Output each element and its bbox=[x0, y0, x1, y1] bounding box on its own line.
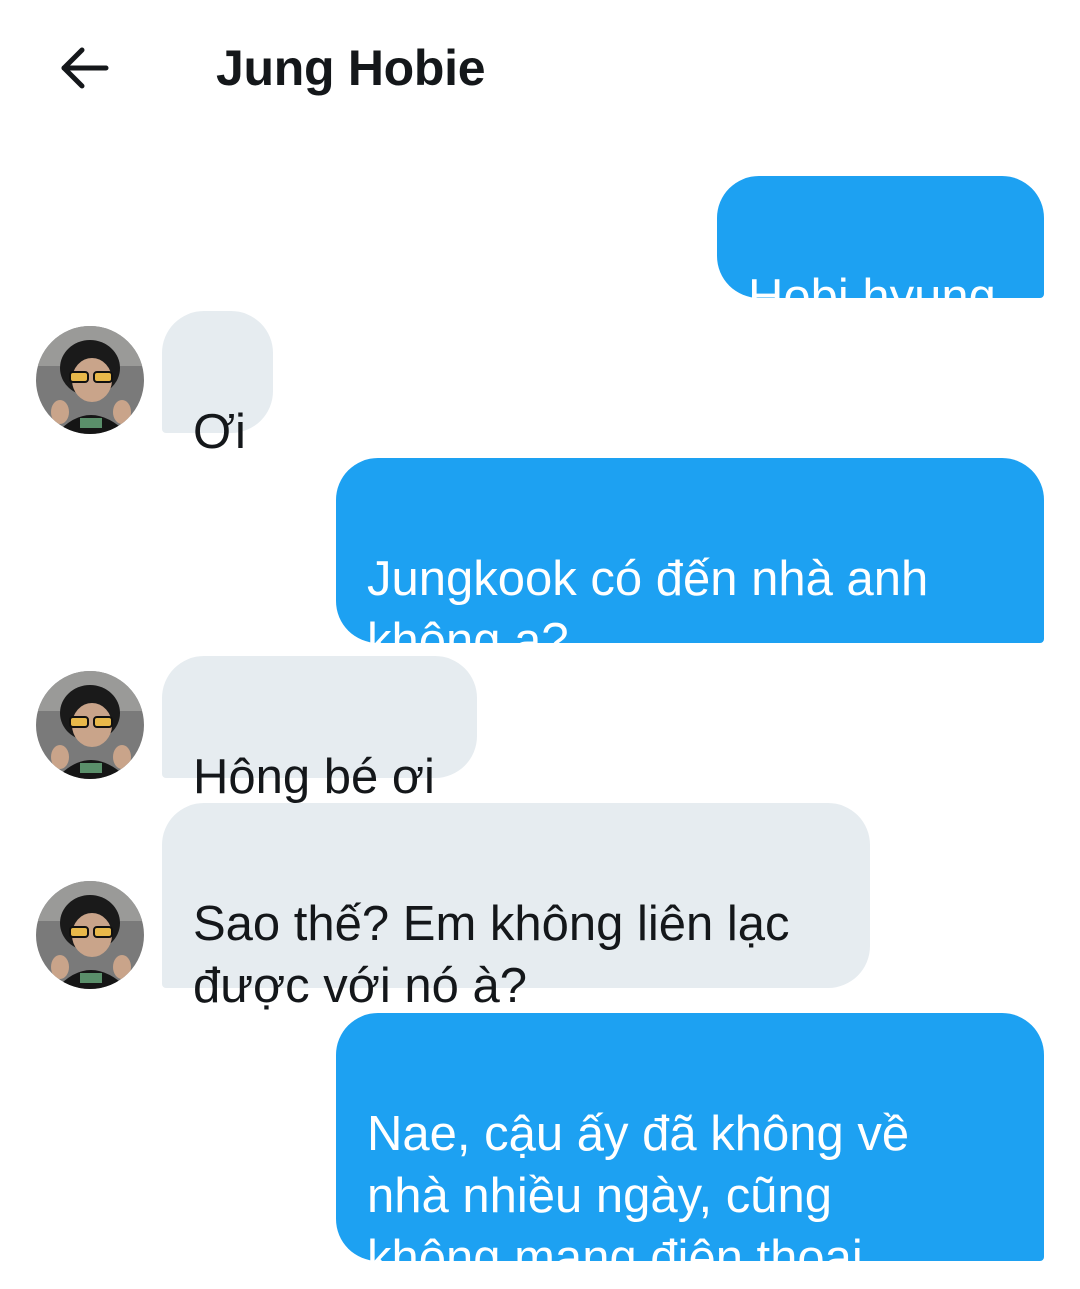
conversation-title: Jung Hobie bbox=[216, 40, 486, 96]
message-bubble-received[interactable]: Hông bé ơi bbox=[162, 656, 477, 804]
back-button[interactable] bbox=[52, 36, 116, 100]
message-text: Ơi bbox=[193, 405, 246, 459]
message-text: Hông bé ơi bbox=[193, 750, 435, 804]
message-bubble-sent[interactable]: Jungkook có đến nhà anh không ạ? bbox=[336, 458, 1044, 668]
contact-avatar[interactable] bbox=[36, 326, 144, 434]
message-text: Sao thế? Em không liên lạc được với nó à… bbox=[193, 897, 790, 1013]
message-bubble-sent[interactable]: Hobi hyung bbox=[717, 176, 1044, 324]
message-bubble-sent[interactable]: Nae, cậu ấy đã không về nhà nhiều ngày, … bbox=[336, 1013, 1044, 1285]
conversation-header: Jung Hobie bbox=[0, 0, 1080, 136]
arrow-left-icon bbox=[61, 47, 109, 89]
message-bubble-received[interactable]: Sao thế? Em không liên lạc được với nó à… bbox=[162, 803, 870, 1013]
contact-avatar[interactable] bbox=[36, 671, 144, 779]
contact-avatar[interactable] bbox=[36, 881, 144, 989]
message-text: Jungkook có đến nhà anh không ạ? bbox=[367, 552, 929, 668]
message-text: Nae, cậu ấy đã không về nhà nhiều ngày, … bbox=[367, 1107, 910, 1285]
message-bubble-received[interactable]: Ơi bbox=[162, 311, 273, 459]
message-text: Hobi hyung bbox=[748, 270, 996, 324]
